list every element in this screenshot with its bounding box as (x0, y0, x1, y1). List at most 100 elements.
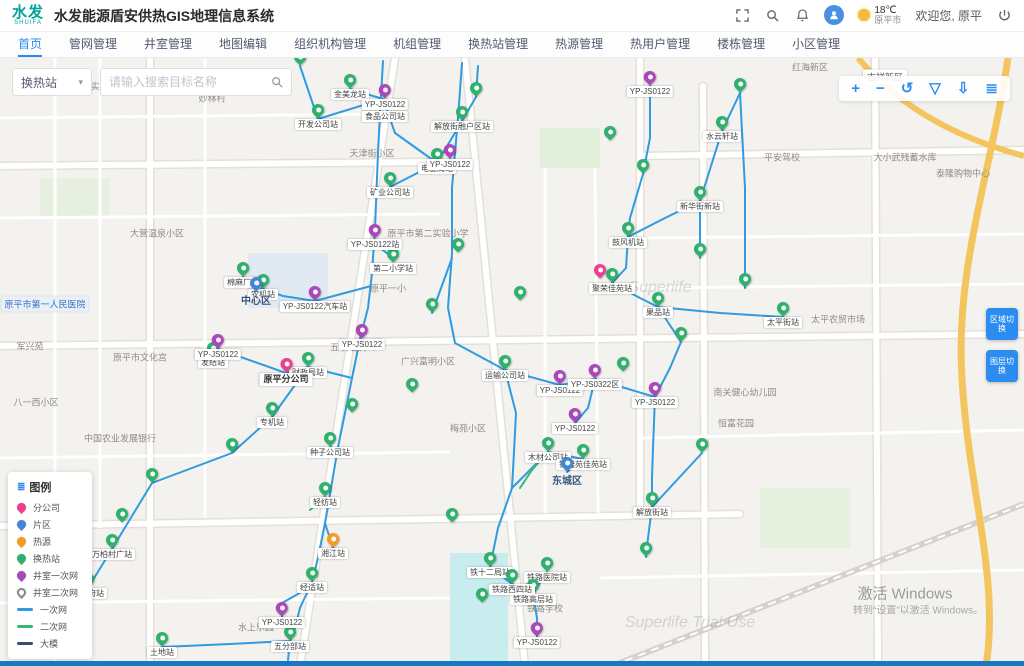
layer-switch-button[interactable]: 图层切换 (986, 350, 1018, 382)
history-icon[interactable]: ↺ (901, 81, 914, 96)
purple-pin-icon (354, 322, 371, 339)
map-marker[interactable] (406, 378, 418, 392)
map-marker[interactable] (346, 398, 358, 412)
map-canvas[interactable]: 原平市实验中学妙林村天津街小区原平市第二实验小学原平一小原平市文化宫原平市第一人… (0, 58, 1024, 666)
map-marker[interactable]: 解放街站 (633, 492, 671, 518)
map-marker[interactable]: YP-JS0122汽车站 (280, 286, 350, 312)
zoom-out-icon[interactable]: − (876, 81, 885, 96)
map-marker[interactable]: 土地站 (147, 632, 177, 658)
zoom-in-icon[interactable]: + (851, 81, 860, 96)
map-marker[interactable]: 运输公司站 (482, 355, 528, 381)
map-marker[interactable]: 新华街新站 (677, 186, 723, 212)
user-avatar[interactable] (824, 5, 844, 25)
map-toolbar: 换热站 ▾ (12, 68, 292, 96)
map-marker[interactable]: YP-JS0122 (627, 71, 673, 97)
map-marker[interactable]: YP-JS0122 (514, 622, 560, 648)
map-marker[interactable]: 果品站 (643, 292, 673, 318)
map-marker[interactable]: 五分部站 (271, 626, 309, 652)
map-marker[interactable]: 轻纺站 (310, 482, 340, 508)
map-marker[interactable] (226, 438, 238, 452)
map-marker[interactable]: YP-JS0122 (632, 382, 678, 408)
map-marker[interactable] (617, 357, 629, 371)
map-marker[interactable] (116, 508, 128, 522)
map-marker[interactable]: 湘江站 (318, 533, 348, 559)
map-marker[interactable] (146, 468, 158, 482)
map-marker[interactable]: 解放街融户区站 (431, 106, 493, 132)
weather-widget: 18℃ 原平市 (858, 5, 901, 26)
map-marker[interactable]: 鼓风机站 (609, 222, 647, 248)
map-marker[interactable]: YP-JS0122站 (348, 224, 402, 250)
nav-tab[interactable]: 换热站管理 (468, 32, 528, 57)
green-pin-icon (304, 565, 321, 582)
map-marker[interactable] (640, 542, 652, 556)
map-marker[interactable]: 太平街站 (764, 302, 802, 328)
map-marker[interactable]: 东城区 (552, 457, 582, 487)
legend-item: 井室二次网 (17, 584, 83, 601)
map-marker[interactable] (594, 264, 606, 278)
target-type-select[interactable]: 换热站 ▾ (12, 68, 92, 96)
map-marker[interactable]: 水云轩站 (703, 116, 741, 142)
nav-tab[interactable]: 管网管理 (69, 32, 117, 57)
layers-icon[interactable]: ≣ (985, 81, 998, 96)
nav-tab[interactable]: 热源管理 (555, 32, 603, 57)
map-marker[interactable]: YP-JS0122 (259, 602, 305, 628)
nav-tab[interactable]: 机组管理 (393, 32, 441, 57)
map-marker[interactable] (426, 298, 438, 312)
map-marker[interactable]: YP-JS0122食品公司站 (362, 84, 408, 122)
map-marker[interactable]: 原平分公司 (259, 358, 312, 386)
legend-swatch (17, 625, 33, 628)
map-marker[interactable]: YP-JS0122 (339, 324, 385, 350)
map-marker[interactable] (514, 286, 526, 300)
search-icon[interactable] (764, 7, 780, 23)
map-marker[interactable]: 经适站 (297, 567, 327, 593)
legend-item: 井室一次网 (17, 567, 83, 584)
map-marker[interactable]: 第二小学站 (370, 248, 416, 274)
map-marker[interactable]: YP-JS0122 (427, 144, 473, 170)
nav-tab[interactable]: 组织机构管理 (294, 32, 366, 57)
map-marker[interactable]: 万柏村广站 (89, 534, 135, 560)
map-marker[interactable] (470, 82, 482, 96)
green-pin-icon (615, 355, 632, 372)
map-marker[interactable] (446, 508, 458, 522)
map-marker[interactable]: 专机站 (257, 402, 287, 428)
map-marker[interactable]: YP-JS0322区 (568, 364, 622, 390)
nav-tab[interactable]: 井室管理 (144, 32, 192, 57)
nav-tab[interactable]: 小区管理 (792, 32, 840, 57)
search-icon[interactable] (271, 76, 283, 88)
map-marker[interactable]: 开发公司站 (295, 104, 341, 130)
map-marker[interactable]: YP-JS0122 (195, 334, 241, 360)
map-marker[interactable] (604, 126, 616, 140)
filter-icon[interactable]: ▽ (929, 81, 941, 96)
map-marker[interactable] (739, 273, 751, 287)
map-marker[interactable] (476, 588, 488, 602)
area-switch-button[interactable]: 区域切换 (986, 308, 1018, 340)
map-marker[interactable] (452, 238, 464, 252)
legend-title: ≣ 图例 (17, 479, 83, 495)
map-marker[interactable] (734, 78, 746, 92)
fullscreen-icon[interactable] (734, 7, 750, 23)
map-marker[interactable]: 矿业公司站 (367, 172, 413, 198)
map-marker[interactable] (294, 58, 306, 65)
logo-text: 水发 (12, 5, 44, 20)
map-marker[interactable] (675, 327, 687, 341)
map-marker[interactable]: 铁路西四站 (489, 569, 535, 595)
nav-tab[interactable]: 热用户管理 (630, 32, 690, 57)
map-marker[interactable] (637, 159, 649, 173)
nav-tab[interactable]: 地图编辑 (219, 32, 267, 57)
nav-tab[interactable]: 楼栋管理 (717, 32, 765, 57)
marker-label: 五分部站 (271, 641, 309, 652)
logout-icon[interactable] (996, 7, 1012, 23)
green-pin-icon (620, 220, 637, 237)
map-marker[interactable]: 中心区 (241, 277, 271, 307)
bell-icon[interactable] (794, 7, 810, 23)
map-marker[interactable]: 种子公司站 (307, 432, 353, 458)
search-input[interactable] (109, 75, 265, 89)
map-marker[interactable] (694, 243, 706, 257)
nav-tab[interactable]: 首页 (18, 32, 42, 57)
map-search (100, 68, 292, 96)
marker-label: 第二小学站 (370, 263, 416, 274)
download-icon[interactable]: ⇩ (957, 81, 970, 96)
map-marker[interactable] (696, 438, 708, 452)
blue-pin-icon (559, 455, 576, 472)
map-marker[interactable]: YP-JS0122 (552, 408, 598, 434)
